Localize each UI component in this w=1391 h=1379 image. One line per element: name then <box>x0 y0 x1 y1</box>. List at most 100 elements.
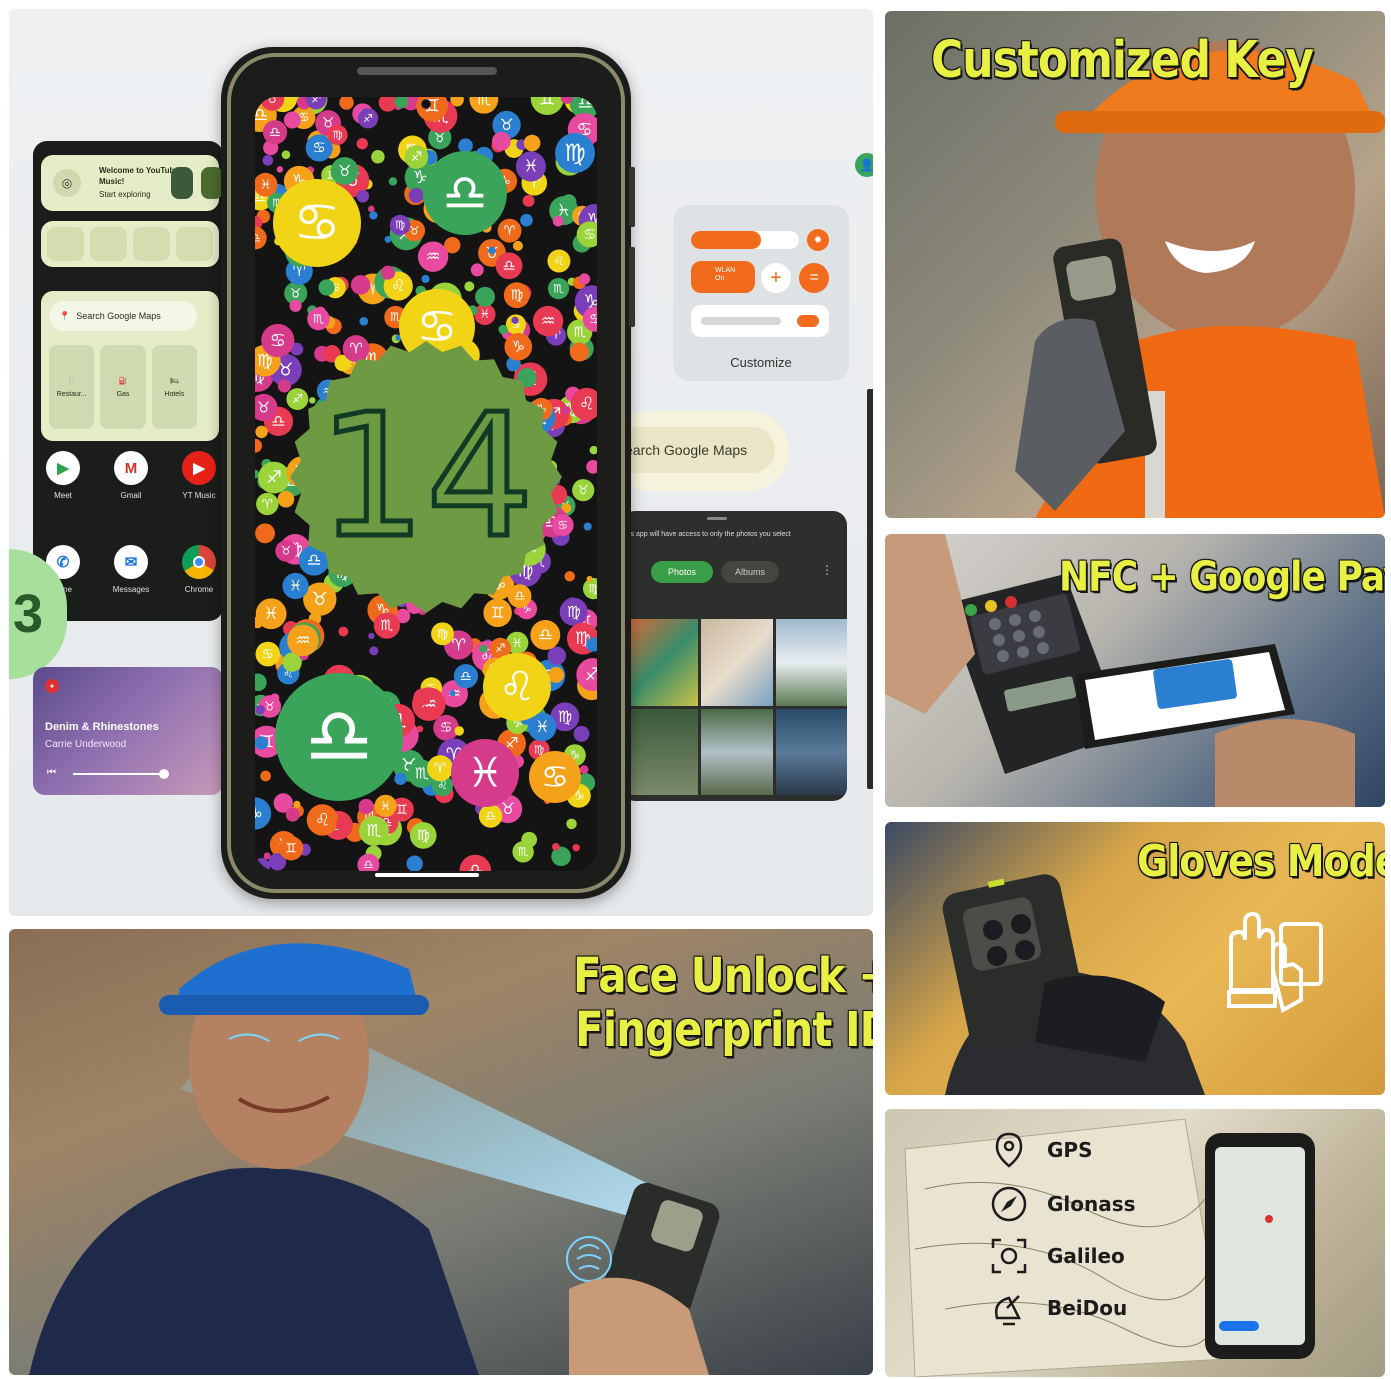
gnss-beidou-row: BeiDou <box>989 1288 1127 1328</box>
gnss-label: Glonass <box>1047 1192 1136 1216</box>
tab-photos[interactable]: Photos <box>651 561 713 583</box>
svg-text:♐: ♐ <box>266 468 282 488</box>
photo-thumbnail[interactable] <box>627 619 699 706</box>
widget-tile[interactable] <box>47 227 84 261</box>
svg-text:♍: ♍ <box>417 827 430 844</box>
svg-text:♋: ♋ <box>262 646 274 662</box>
google-maps-search-text: earch Google Maps <box>615 427 775 473</box>
svg-text:♎: ♎ <box>255 230 261 245</box>
app-gmail[interactable]: M Gmail <box>109 451 153 500</box>
app-label: Meet <box>54 491 72 500</box>
maps-tile-gas[interactable]: ⛽ Gas <box>100 345 146 429</box>
svg-text:♓: ♓ <box>380 799 391 813</box>
front-camera <box>421 99 431 109</box>
youtube-music-widget[interactable]: ◎ Welcome to YouTube Music! Start explor… <box>41 155 223 211</box>
widget-button[interactable] <box>201 167 223 199</box>
maps-tile-label: Hotels <box>164 390 185 398</box>
widget-tile[interactable] <box>133 227 170 261</box>
song-title: Denim & Rhinestones <box>45 721 159 733</box>
face-unlock-title: Face Unlock + <box>573 947 873 1004</box>
svg-text:♋: ♋ <box>270 330 286 351</box>
satellite-dish-icon <box>989 1288 1029 1328</box>
glove-touch-icon <box>1227 911 1323 1014</box>
progress-bar[interactable] <box>73 773 163 775</box>
previous-track-icon[interactable]: ⏮ <box>47 767 56 778</box>
youtube-widget-subtitle: Start exploring <box>99 190 151 199</box>
location-pin-icon <box>989 1130 1029 1170</box>
svg-text:♋: ♋ <box>583 227 596 243</box>
svg-text:♏: ♏ <box>553 281 563 295</box>
maps-tile-label: Restaur... <box>56 390 87 398</box>
gloves-mode-title: Gloves Mode <box>1137 835 1385 887</box>
google-maps-search-pill[interactable]: earch Google Maps <box>609 411 789 491</box>
svg-text:♍: ♍ <box>437 626 448 641</box>
song-artist: Carrie Underwood <box>45 739 127 750</box>
photo-thumbnail[interactable] <box>701 708 773 795</box>
svg-text:♏: ♏ <box>477 97 491 108</box>
photo-picker-hint: is app will have access to only the phot… <box>629 531 791 538</box>
photo-thumbnail[interactable] <box>775 619 847 706</box>
maps-search-bar[interactable]: 📍 Search Google Maps <box>49 301 197 331</box>
plus-icon[interactable]: + <box>761 263 791 293</box>
widget-tile[interactable] <box>176 227 213 261</box>
gnss-label: GPS <box>1047 1138 1093 1162</box>
android-version-number: 14 <box>318 378 534 576</box>
app-chrome[interactable]: Chrome <box>177 545 221 594</box>
widget-tile[interactable] <box>90 227 127 261</box>
svg-text:♉: ♉ <box>409 223 420 237</box>
svg-text:♉: ♉ <box>257 398 271 416</box>
photo-thumbnail[interactable] <box>627 708 699 795</box>
volume-button <box>629 167 635 227</box>
equal-icon[interactable]: = <box>799 263 829 293</box>
sheet-handle[interactable] <box>707 517 727 520</box>
sun-icon[interactable]: ✹ <box>807 229 829 251</box>
svg-text:♉: ♉ <box>290 285 301 300</box>
fork-knife-icon: 🍴 <box>67 377 77 385</box>
widget-button[interactable] <box>171 167 193 199</box>
more-options-icon[interactable]: ⋮ <box>821 563 833 577</box>
app-label: Chrome <box>184 585 214 594</box>
svg-text:♈: ♈ <box>262 497 273 511</box>
svg-text:♌: ♌ <box>553 253 564 268</box>
main-phone-device: ♏♓♍♍♎♍♒♑♍♏♉♐♍♎♌♐♐♌♋♐♎♐♉♉♈♉♍♓♈♉♍♊♉♐♓♑♉♎♉♏… <box>221 47 635 899</box>
maps-tile-restaurants[interactable]: 🍴 Restaur... <box>49 345 95 429</box>
tab-albums[interactable]: Albums <box>721 561 779 583</box>
svg-text:♎: ♎ <box>460 669 472 684</box>
home-indicator[interactable] <box>375 873 479 877</box>
svg-text:♏: ♏ <box>367 821 382 840</box>
target-icon <box>989 1236 1029 1276</box>
toggle-switch[interactable] <box>797 315 819 327</box>
wlan-label: WLAN <box>715 267 736 274</box>
svg-text:♉: ♉ <box>338 162 352 180</box>
gloves-mode-panel: Gloves Mode <box>885 822 1385 1095</box>
music-player-widget[interactable]: ● Denim & Rhinestones Carrie Underwood ⏮ <box>33 667 223 795</box>
widget-tiles-row <box>41 221 219 267</box>
yt-music-icon: ▶ <box>182 451 216 485</box>
customized-key-title: Customized Key <box>931 31 1314 90</box>
svg-text:♓: ♓ <box>264 603 279 623</box>
app-yt-music[interactable]: ▶ YT Music <box>177 451 221 500</box>
svg-text:♑: ♑ <box>255 804 263 824</box>
svg-text:♍: ♍ <box>564 139 586 167</box>
wlan-tile[interactable]: WLAN On <box>691 261 755 293</box>
svg-text:♉: ♉ <box>281 544 292 558</box>
progress-knob[interactable] <box>159 769 169 779</box>
toggle-row[interactable] <box>691 305 829 337</box>
gnss-glonass-row: Glonass <box>989 1184 1136 1224</box>
svg-text:♊: ♊ <box>396 803 408 818</box>
maps-widget: 📍 Search Google Maps 🍴 Restaur... ⛽ Gas … <box>41 291 219 441</box>
svg-text:♋: ♋ <box>557 518 568 532</box>
app-meet[interactable]: ▶ Meet <box>41 451 85 500</box>
photo-thumbnail[interactable] <box>701 619 773 706</box>
app-messages[interactable]: ✉ Messages <box>109 545 153 594</box>
svg-text:♎: ♎ <box>538 625 553 644</box>
app-label: Messages <box>112 585 150 594</box>
svg-text:♎: ♎ <box>442 163 487 222</box>
maps-tile-hotels[interactable]: 🛏 Hotels <box>151 345 197 429</box>
nfc-title: NFC + Google Pay <box>1059 553 1385 601</box>
svg-text:♍: ♍ <box>588 581 597 595</box>
svg-text:♎: ♎ <box>514 589 526 604</box>
svg-text:♍: ♍ <box>510 288 523 304</box>
photo-thumbnail[interactable] <box>775 708 847 795</box>
brightness-slider[interactable] <box>691 231 799 249</box>
